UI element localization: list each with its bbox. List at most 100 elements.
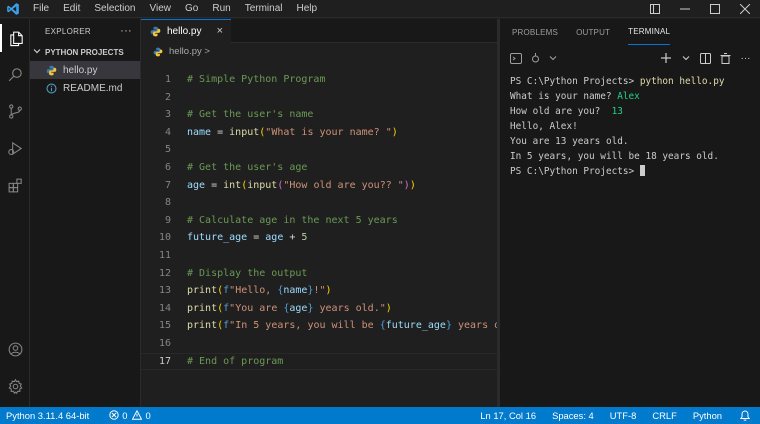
language-mode[interactable]: Python	[687, 407, 734, 424]
menu-view[interactable]: View	[143, 0, 179, 18]
menu-terminal[interactable]: Terminal	[238, 0, 290, 18]
activity-bar	[0, 19, 30, 407]
tab-terminal[interactable]: TERMINAL	[628, 19, 671, 45]
layout-icon[interactable]	[640, 0, 670, 18]
code-token: age	[187, 179, 206, 191]
source-control-icon[interactable]	[0, 97, 30, 125]
code-line[interactable]: 1 # Simple Python Program	[141, 71, 499, 88]
file-label: README.md	[63, 82, 123, 94]
terminal-line: In 5 years, you will be 18 years old.	[510, 149, 755, 164]
code-line[interactable]: 14 print(f"You are {age} years old.")	[141, 300, 499, 317]
menu-selection[interactable]: Selection	[87, 0, 142, 18]
python-icon	[153, 47, 164, 57]
python-interpreter[interactable]: Python 3.11.4 64-bit	[0, 407, 95, 424]
search-icon[interactable]	[0, 60, 30, 88]
code-line[interactable]: 4 name = input("What is your name? ")	[141, 124, 499, 141]
bell-icon[interactable]	[734, 407, 756, 424]
more-actions-icon[interactable]: ···	[120, 25, 132, 37]
line-number: 13	[158, 285, 171, 297]
close-tab-icon[interactable]: ×	[217, 25, 223, 37]
more-actions-icon[interactable]: ···	[737, 50, 754, 66]
line-number: 3	[164, 109, 171, 121]
terminal-profile-icon[interactable]	[510, 52, 522, 64]
code-token: "How old are you?? "	[283, 179, 404, 191]
code-line[interactable]: 8	[141, 194, 499, 211]
breadcrumb[interactable]: hello.py >	[141, 43, 499, 60]
code-token: # Simple Python Program	[187, 74, 326, 85]
terminal-output[interactable]: PS C:\Python Projects> python hello.py Wh…	[510, 74, 755, 179]
debug-console-icon[interactable]	[530, 52, 541, 64]
menu-file[interactable]: File	[26, 0, 56, 18]
terminal-text: python hello.py	[639, 76, 725, 87]
folder-python-projects[interactable]: PYTHON PROJECTS	[30, 43, 140, 61]
line-ending[interactable]: CRLF	[646, 407, 686, 424]
code-token: print	[187, 320, 218, 332]
code-line[interactable]: 6 # Get the user's age	[141, 159, 499, 176]
code-line[interactable]: 11	[141, 247, 499, 264]
folder-label: PYTHON PROJECTS	[45, 47, 124, 57]
encoding[interactable]: UTF-8	[604, 407, 647, 424]
code-editor[interactable]: 1 # Simple Python Program 2 3 # Get the user…	[141, 71, 530, 391]
code-line[interactable]: 12 # Display the output	[141, 265, 499, 282]
terminal-actions: ···	[654, 50, 754, 66]
tab-problems[interactable]: PROBLEMS	[512, 19, 558, 45]
explorer-icon[interactable]	[0, 24, 30, 52]
split-terminal-icon[interactable]	[697, 50, 714, 66]
menu-go[interactable]: Go	[178, 0, 205, 18]
code-line[interactable]: 9 # Calculate age in the next 5 years	[141, 212, 499, 229]
terminal-line: Hello, Alex!	[510, 119, 755, 134]
terminal-text: What is your name?	[510, 91, 618, 102]
code-line[interactable]: 16	[141, 335, 499, 352]
maximize-icon[interactable]	[700, 0, 730, 18]
extensions-icon[interactable]	[0, 171, 30, 199]
file-item-hello-py[interactable]: hello.py	[30, 61, 140, 79]
warning-icon	[132, 409, 143, 422]
minimize-icon[interactable]	[670, 0, 700, 18]
menu-run[interactable]: Run	[205, 0, 237, 18]
terminal-text: PS C:\Python Projects>	[510, 76, 640, 87]
terminal-text: PS C:\Python Projects>	[510, 166, 640, 177]
chevron-down-icon[interactable]	[549, 54, 557, 62]
code-token: name	[283, 285, 308, 297]
tab-hello-py[interactable]: hello.py ×	[141, 19, 231, 43]
account-icon[interactable]	[0, 335, 30, 363]
code-text: # Simple Python Program	[187, 74, 325, 85]
code-line[interactable]: 2	[141, 89, 499, 106]
code-text: # Display the output	[187, 268, 307, 279]
terminal-line: You are 13 years old.	[510, 134, 755, 149]
code-line[interactable]: 10 future_age = age + 5	[141, 229, 499, 246]
code-token: "Hello,	[229, 285, 278, 297]
cursor-position[interactable]: Ln 17, Col 16	[474, 407, 546, 424]
terminal-line: What is your name? Alex	[510, 89, 755, 104]
code-line[interactable]: 5	[141, 141, 499, 158]
trash-icon[interactable]	[717, 50, 734, 66]
menu-edit[interactable]: Edit	[56, 0, 87, 18]
code-line[interactable]: 7 age = int(input("How old are you?? "))	[141, 177, 499, 194]
new-terminal-icon[interactable]	[657, 50, 674, 66]
indentation[interactable]: Spaces: 4	[546, 407, 604, 424]
title-bar: File Edit Selection View Go Run Terminal…	[0, 0, 760, 18]
code-line[interactable]: 13 print(f"Hello, {name}!")	[141, 282, 499, 299]
close-window-icon[interactable]	[730, 0, 760, 18]
code-text: # Get the user's age	[187, 162, 307, 173]
code-line[interactable]: 3 # Get the user's name	[141, 106, 499, 123]
code-token: future_age	[385, 320, 446, 332]
menu-help[interactable]: Help	[290, 0, 325, 18]
problems-indicator[interactable]: 0 0	[103, 407, 156, 424]
run-debug-icon[interactable]	[0, 134, 30, 162]
code-token: # Calculate age in the next 5 years	[187, 214, 398, 226]
line-number: 6	[164, 162, 171, 173]
line-number: 17	[158, 355, 171, 367]
settings-gear-icon[interactable]	[0, 372, 30, 400]
file-item-readme-md[interactable]: README.md	[30, 79, 140, 97]
tab-output[interactable]: OUTPUT	[576, 19, 610, 45]
tab-label: hello.py	[167, 26, 202, 37]
code-text: print(f"You are {age} years old.")	[187, 303, 392, 314]
code-token: !"	[313, 285, 326, 297]
chevron-down-icon[interactable]	[677, 50, 694, 66]
code-token: # Get the user's name	[187, 109, 314, 121]
warning-count: 0	[145, 410, 151, 421]
code-line[interactable]: 17 # End of program	[141, 352, 499, 370]
file-label: hello.py	[63, 64, 98, 76]
code-line[interactable]: 15 print(f"In 5 years, you will be {futur…	[141, 317, 530, 334]
